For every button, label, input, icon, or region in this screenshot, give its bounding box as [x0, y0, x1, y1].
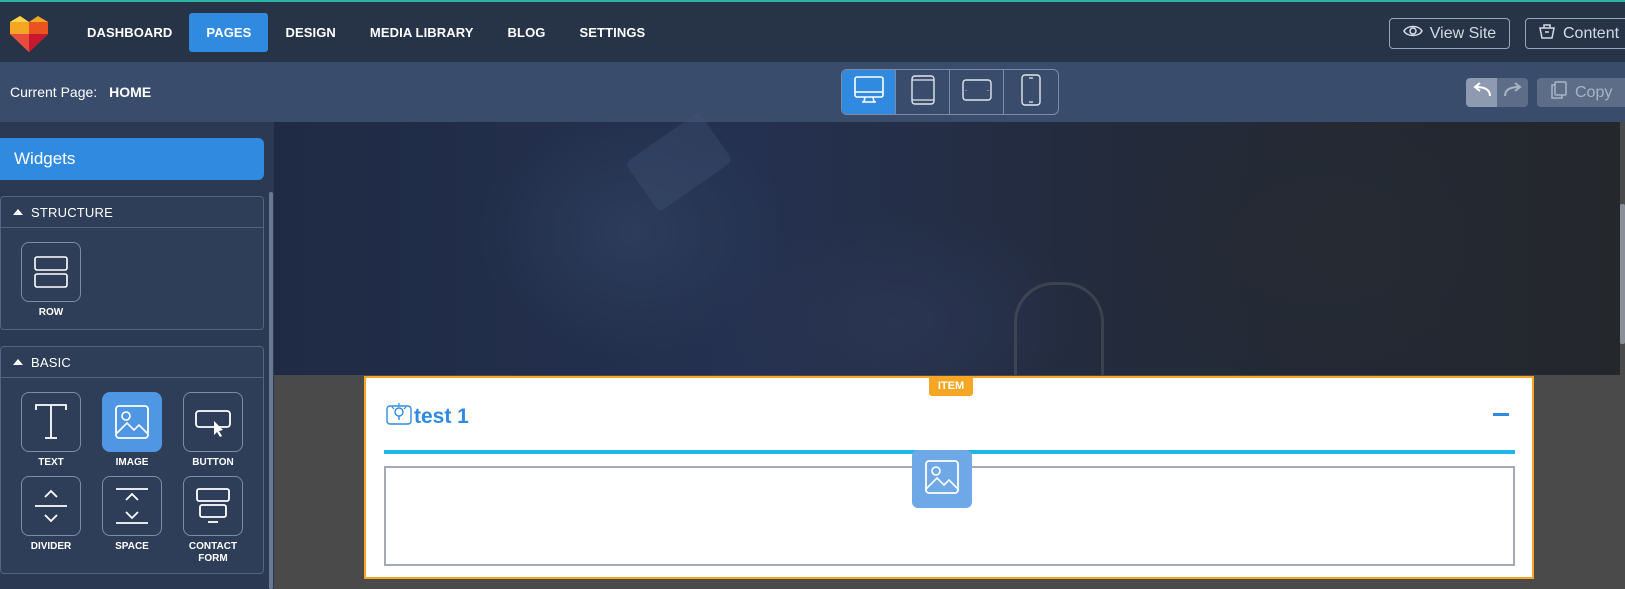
canvas-scrollbar[interactable]: [1620, 204, 1625, 344]
desktop-icon: [853, 75, 884, 109]
button-icon: [183, 392, 243, 452]
copy-button[interactable]: Copy: [1537, 78, 1625, 107]
basket-icon: [1538, 22, 1556, 45]
collapse-caret-icon: [13, 209, 23, 215]
page-toolbar: Current Page: HOME Copy: [0, 62, 1625, 122]
widget-divider-label: DIVIDER: [30, 541, 72, 552]
widget-divider[interactable]: DIVIDER: [21, 476, 81, 553]
widget-image-label: IMAGE: [115, 457, 149, 468]
undo-icon: [1472, 82, 1492, 103]
collapse-minus-icon[interactable]: [1493, 413, 1509, 416]
current-page: Current Page: HOME: [10, 84, 151, 100]
nav-dashboard[interactable]: DASHBOARD: [70, 13, 189, 52]
current-page-label: Current Page:: [10, 84, 98, 100]
history-controls: [1466, 78, 1528, 107]
space-icon: [102, 476, 162, 536]
widget-contact-form-label: CONTACT FORM: [188, 541, 238, 564]
widget-text-label: TEXT: [38, 457, 64, 468]
item-block[interactable]: ITEM test 1: [364, 376, 1534, 579]
tablet-icon: [910, 74, 935, 110]
view-site-label: View Site: [1429, 24, 1497, 42]
redo-button[interactable]: [1497, 78, 1528, 107]
basic-panel: BASIC TEXT IMAGE BUTTON DIVIDER SPACE CO…: [0, 346, 264, 574]
copy-label: Copy: [1575, 83, 1613, 101]
widget-button-label: BUTTON: [192, 457, 234, 468]
widget-contact-form[interactable]: CONTACT FORM: [183, 476, 243, 565]
widget-space[interactable]: SPACE: [102, 476, 162, 553]
content-label: Content: [1563, 24, 1620, 42]
sidebar-scrollbar[interactable]: [269, 192, 273, 589]
basic-heading: BASIC: [31, 354, 72, 370]
brand-logo[interactable]: [8, 14, 50, 54]
content-button[interactable]: Content: [1525, 18, 1625, 49]
divider-icon: [21, 476, 81, 536]
structure-panel-header[interactable]: STRUCTURE: [1, 197, 263, 228]
main-nav: DASHBOARD PAGES DESIGN MEDIA LIBRARY BLO…: [70, 13, 662, 52]
nav-settings[interactable]: SETTINGS: [563, 13, 663, 52]
top-navbar: DASHBOARD PAGES DESIGN MEDIA LIBRARY BLO…: [0, 0, 1625, 62]
device-mobile-button[interactable]: [1004, 70, 1058, 114]
hero-image-detail: [1014, 282, 1104, 375]
structure-panel: STRUCTURE ROW: [0, 196, 264, 330]
nav-design[interactable]: DESIGN: [268, 13, 352, 52]
redo-icon: [1503, 82, 1523, 103]
widget-row-label: ROW: [38, 307, 64, 318]
item-title-text: test 1: [414, 404, 469, 428]
hero-image-detail: [624, 111, 734, 213]
nav-blog[interactable]: BLOG: [491, 13, 563, 52]
widget-button[interactable]: BUTTON: [183, 392, 243, 469]
row-icon: [21, 242, 81, 302]
nav-media-library[interactable]: MEDIA LIBRARY: [353, 13, 491, 52]
widgets-header[interactable]: Widgets: [0, 138, 264, 180]
item-badge: ITEM: [929, 376, 973, 396]
text-icon: [21, 392, 81, 452]
basic-panel-header[interactable]: BASIC: [1, 347, 263, 378]
nav-pages[interactable]: PAGES: [189, 13, 269, 52]
mobile-icon: [1021, 73, 1041, 111]
undo-button[interactable]: [1466, 78, 1497, 107]
device-desktop-button[interactable]: [842, 70, 896, 114]
device-tablet-landscape-button[interactable]: [950, 70, 1004, 114]
device-switcher: [841, 69, 1059, 115]
contact-form-icon: [183, 476, 243, 536]
image-icon: [102, 392, 162, 452]
collapse-caret-icon: [13, 359, 23, 365]
eye-icon: [1402, 24, 1423, 43]
widget-text[interactable]: TEXT: [21, 392, 81, 469]
widget-row[interactable]: ROW: [21, 242, 81, 319]
copy-icon: [1551, 81, 1567, 104]
current-page-value[interactable]: HOME: [109, 84, 151, 100]
tablet-landscape-icon: [961, 78, 992, 106]
widget-space-label: SPACE: [115, 541, 149, 552]
image-icon: [924, 459, 960, 500]
widget-image[interactable]: IMAGE: [102, 392, 162, 469]
widgets-sidebar: Widgets STRUCTURE ROW BASIC TEXT IMAGE B…: [0, 122, 274, 589]
page-canvas: ITEM test 1: [274, 111, 1625, 589]
structure-heading: STRUCTURE: [31, 204, 113, 220]
idea-icon: [386, 402, 412, 431]
device-tablet-button[interactable]: [896, 70, 950, 114]
item-title[interactable]: test 1: [386, 402, 469, 431]
view-site-button[interactable]: View Site: [1389, 18, 1510, 49]
image-widget-drag-handle[interactable]: [912, 450, 972, 508]
hero-background-image[interactable]: [274, 111, 1620, 375]
